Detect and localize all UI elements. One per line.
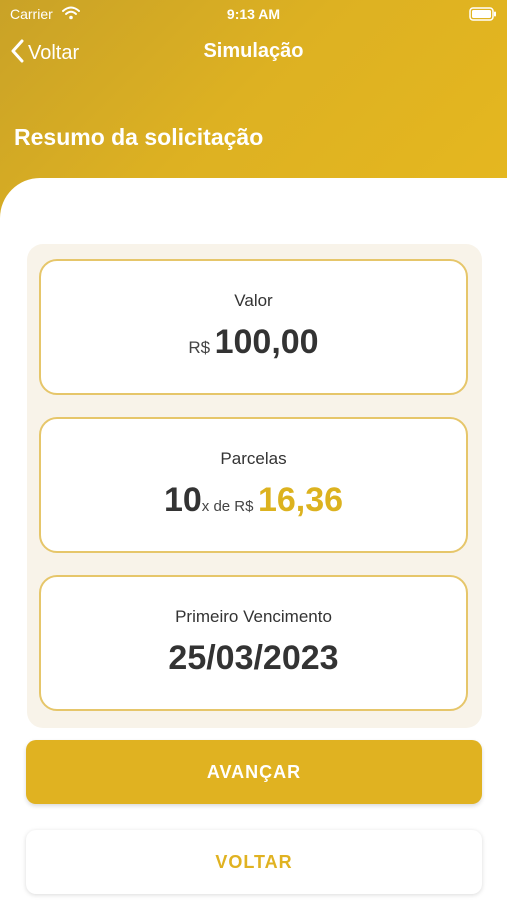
status-time: 9:13 AM xyxy=(226,6,281,22)
vencimento-date: 25/03/2023 xyxy=(168,639,339,677)
parcelas-connector: x de R$ xyxy=(201,498,254,515)
parcelas-count: 10 xyxy=(163,481,202,519)
vencimento-label: Primeiro Vencimento xyxy=(175,607,332,626)
parcelas-label: Parcelas xyxy=(220,449,287,468)
valor-label: Valor xyxy=(234,291,273,310)
section-heading: Resumo da solicitação xyxy=(14,124,264,150)
back-bottom-button[interactable]: VOLTAR xyxy=(26,830,482,894)
valor-currency: R$ xyxy=(188,338,211,357)
vencimento-value: 25/03/2023 xyxy=(41,639,466,678)
valor-card: Valor R$ 100,00 xyxy=(39,259,468,395)
parcelas-value: 10x de R$ 16,36 xyxy=(41,481,466,520)
page-title: Simulação xyxy=(203,40,304,62)
navigation-bar: Voltar Simulação xyxy=(0,34,507,74)
advance-button[interactable]: AVANÇAR xyxy=(26,740,482,804)
vencimento-card: Primeiro Vencimento 25/03/2023 xyxy=(39,575,468,711)
advance-button-label: AVANÇAR xyxy=(206,761,302,782)
valor-value: R$ 100,00 xyxy=(41,323,466,362)
parcelas-amount: 16,36 xyxy=(257,481,344,519)
status-bar: Carrier 9:13 AM xyxy=(0,0,507,30)
battery-icon xyxy=(469,7,497,26)
parcelas-card: Parcelas 10x de R$ 16,36 xyxy=(39,417,468,553)
valor-amount: 100,00 xyxy=(214,323,319,361)
back-bottom-button-label: VOLTAR xyxy=(215,851,293,872)
